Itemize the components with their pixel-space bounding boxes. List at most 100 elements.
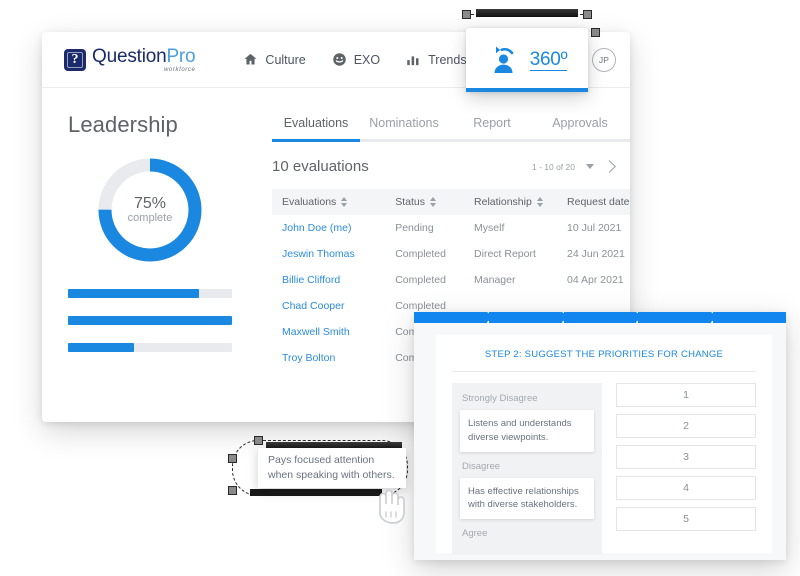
donut-center-label: 75% complete <box>94 154 206 266</box>
tab-nominations[interactable]: Nominations <box>360 116 448 139</box>
nav-label-culture: Culture <box>265 52 306 67</box>
progress-track <box>68 289 232 298</box>
progress-track <box>68 316 232 325</box>
logo-mark-glyph: ? <box>71 51 79 67</box>
cell-date: 10 Jul 2021 <box>567 222 622 234</box>
ranking-slot-column: 1 2 3 4 5 <box>616 383 756 555</box>
cell-name[interactable]: Billie Clifford <box>272 267 385 293</box>
table-header-label: Status <box>395 196 425 208</box>
step-segment <box>638 312 718 323</box>
pagination-range: 1 - 10 of 20 <box>531 161 575 172</box>
tab-bar: Evaluations Nominations Report Approvals <box>254 116 630 139</box>
badge-360[interactable]: 360º <box>466 28 588 92</box>
ranking-slot[interactable]: 3 <box>616 445 756 469</box>
caret-down-icon[interactable] <box>586 164 594 169</box>
table-header-label: Relationship <box>474 196 532 208</box>
person-rotate-icon <box>494 46 514 73</box>
table-header-cell[interactable]: Evaluations <box>272 189 385 215</box>
grabbing-hand-cursor <box>379 489 405 524</box>
table-row[interactable]: John Doe (me) Pending Myself 10 Jul 2021 <box>272 215 630 241</box>
cell-name[interactable]: Troy Bolton <box>272 345 385 371</box>
user-avatar[interactable]: JP <box>592 47 616 72</box>
step-segment <box>488 312 569 323</box>
page-title: Leadership <box>68 112 178 137</box>
selection-dashed-line <box>466 14 588 15</box>
nav-item-exo[interactable]: EXO <box>332 52 380 67</box>
cell-name[interactable]: Chad Cooper <box>272 293 385 319</box>
bucket-label: Agree <box>462 528 488 540</box>
pagination-controls: 1 - 10 of 20 <box>531 160 616 173</box>
table-header-cell[interactable]: Status <box>385 189 464 215</box>
smiley-icon <box>332 53 346 66</box>
statement-card[interactable]: Has effective relationships with diverse… <box>460 477 594 520</box>
sort-arrows-icon[interactable] <box>341 197 348 207</box>
survey-step-title: STEP 2: SUGGEST THE PRIORITIES FOR CHANG… <box>452 349 756 372</box>
table-row[interactable]: Billie Clifford Completed Manager 04 Apr 20… <box>272 267 630 293</box>
screenshot-stage: ? QuestionPro workforce Culture EXO Tren… <box>0 0 800 576</box>
selection-handle-right[interactable] <box>583 10 592 19</box>
logo-mark-icon: ? <box>64 48 86 71</box>
home-icon <box>244 53 257 65</box>
donut-percent: 75% <box>133 194 167 212</box>
table-header-cell[interactable]: Request date <box>557 189 630 215</box>
progress-track <box>68 343 232 352</box>
step-progress-bar <box>414 312 786 323</box>
step-segment <box>414 312 494 323</box>
bucket-label: Strongly Disagree <box>462 393 538 404</box>
selection-handle-left[interactable] <box>462 10 471 19</box>
cell-status: Pending <box>395 222 434 234</box>
questionpro-logo[interactable]: ? QuestionPro workforce <box>64 45 196 73</box>
logo-subtitle: workforce <box>164 66 196 73</box>
nav-item-culture[interactable]: Culture <box>243 52 306 67</box>
tab-underline-track <box>272 139 630 142</box>
selection-handle-left-mid[interactable] <box>228 454 237 463</box>
cell-date: 24 Jun 2021 <box>567 248 625 260</box>
statement-card[interactable]: Listens and understands diverse viewpoin… <box>460 410 594 452</box>
progress-row <box>68 338 232 352</box>
ranking-slot[interactable]: 2 <box>616 414 756 438</box>
progress-fill <box>68 343 134 352</box>
completion-donut-chart: 75% complete <box>94 154 206 266</box>
tab-approvals[interactable]: Approvals <box>536 116 624 139</box>
cell-name[interactable]: Maxwell Smith <box>272 319 385 345</box>
ranking-slot[interactable]: 4 <box>616 476 756 500</box>
nav-label-trends: Trends <box>428 52 467 67</box>
sort-arrows-icon[interactable] <box>429 197 436 207</box>
tab-active-indicator <box>272 139 360 142</box>
cell-relationship: Myself <box>474 222 505 234</box>
left-panel: Leadership 75% complete <box>42 88 254 422</box>
cell-relationship: Manager <box>474 274 516 286</box>
table-header-label: Evaluations <box>282 196 337 208</box>
table-head: Evaluations Status Relationship Request dat… <box>272 189 630 215</box>
selection-bottom-bar <box>250 489 382 496</box>
step-segment <box>563 312 644 323</box>
logo-text-pro: Pro <box>166 45 196 67</box>
tab-report[interactable]: Report <box>448 116 536 139</box>
bucket-column: Strongly Disagree Listens and understands… <box>452 383 602 556</box>
ranking-slot[interactable]: 1 <box>616 383 756 407</box>
donut-sublabel: complete <box>127 212 173 225</box>
progress-fill <box>68 289 200 298</box>
sort-arrows-icon[interactable] <box>536 197 543 207</box>
badge-360-label: 360º <box>529 48 568 72</box>
selection-dark-bar <box>476 9 578 17</box>
selection-handle-left-bottom[interactable] <box>228 486 237 495</box>
progress-list <box>68 284 232 352</box>
cell-name[interactable]: Jeswin Thomas <box>272 241 385 267</box>
table-header-cell[interactable]: Relationship <box>464 189 557 215</box>
tab-evaluations[interactable]: Evaluations <box>272 116 360 139</box>
cell-status: Completed <box>395 248 446 260</box>
survey-columns: Strongly Disagree Listens and understands… <box>452 372 756 556</box>
evaluations-header: 10 evaluations 1 - 10 of 20 <box>254 142 630 189</box>
selection-handle-top-left[interactable] <box>254 436 263 445</box>
ranking-slot[interactable]: 5 <box>616 507 756 531</box>
progress-row <box>68 284 232 298</box>
progress-fill <box>68 316 232 325</box>
chevron-right-icon[interactable] <box>603 160 616 173</box>
nav-item-trends[interactable]: Trends <box>406 52 467 67</box>
bucket-label: Disagree <box>462 460 501 472</box>
cell-name[interactable]: John Doe (me) <box>272 215 385 241</box>
dragged-card[interactable]: Pays focused attention when speaking wit… <box>258 448 406 488</box>
table-header-row: Evaluations Status Relationship Request dat… <box>272 189 630 215</box>
table-row[interactable]: Jeswin Thomas Completed Direct Report 24 Ju… <box>272 241 630 267</box>
